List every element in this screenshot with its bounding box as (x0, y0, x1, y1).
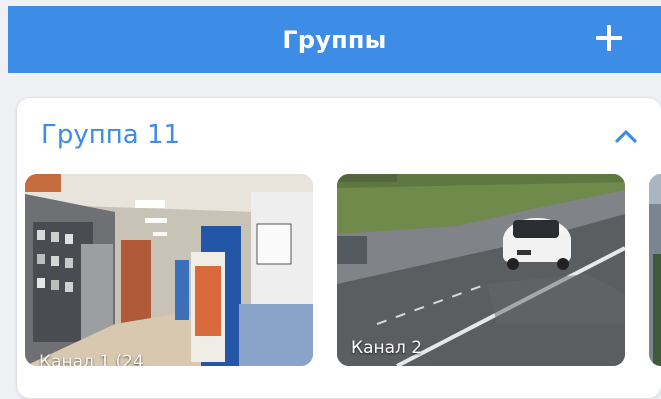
chevron-up-icon[interactable] (615, 126, 637, 146)
channel-label: Канал 2 (351, 338, 423, 358)
channel-thumbnail[interactable]: Канал 1 (24 (25, 174, 313, 366)
app-header: Группы (8, 6, 661, 73)
channel-thumbnail[interactable] (649, 174, 661, 366)
channel-preview-image (649, 174, 661, 366)
group-title[interactable]: Группа 11 (41, 120, 180, 150)
channel-thumbnail[interactable]: Канал 2 (337, 174, 625, 366)
add-group-button[interactable] (593, 22, 625, 54)
channel-label: Канал 1 (24 (39, 352, 144, 366)
page-title: Группы (282, 25, 387, 54)
channel-preview-image (25, 174, 313, 366)
group-card: Группа 11 Канал 1 (24 Канал 2 (16, 97, 661, 399)
